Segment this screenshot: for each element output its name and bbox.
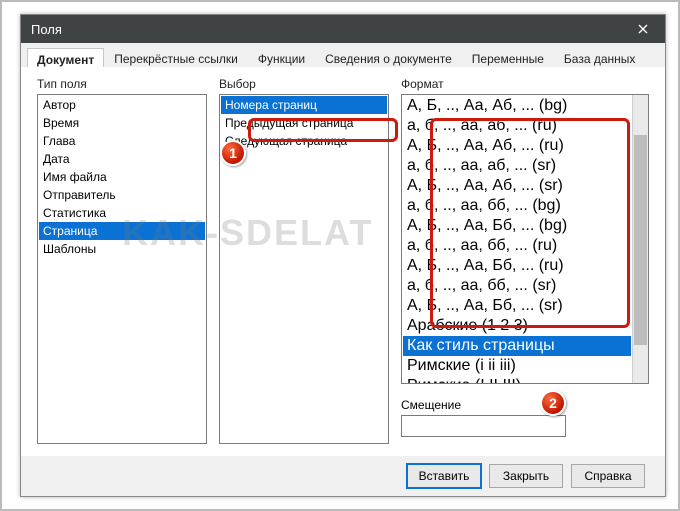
dialog-window: Поля Документ Перекрёстные ссылки Функци… bbox=[20, 14, 666, 497]
list-item[interactable]: А, Б, .., Аа, Аб, ... (sr) bbox=[403, 176, 631, 196]
list-item[interactable]: Следующая страница bbox=[221, 132, 387, 150]
list-item[interactable]: А, Б, .., Аа, Бб, ... (ru) bbox=[403, 256, 631, 276]
label-format: Формат bbox=[401, 77, 649, 91]
list-item[interactable]: Римские (i ii iii) bbox=[403, 356, 631, 376]
list-item[interactable]: а, б, .., аа, аб, ... (ru) bbox=[403, 116, 631, 136]
list-item[interactable]: а, б, .., аа, бб, ... (sr) bbox=[403, 276, 631, 296]
listbox-type[interactable]: Автор Время Глава Дата Имя файла Отправи… bbox=[37, 94, 207, 444]
list-item[interactable]: Дата bbox=[39, 150, 205, 168]
list-item[interactable]: А, Б, .., Аа, Бб, ... (sr) bbox=[403, 296, 631, 316]
dialog-content: Тип поля Автор Время Глава Дата Имя файл… bbox=[21, 67, 665, 456]
column-format: Формат А, Б, .., Аа, Аб, ... (bg) а, б, … bbox=[401, 77, 649, 456]
window-title: Поля bbox=[31, 22, 62, 37]
label-offset: Смещение bbox=[401, 398, 649, 412]
close-button[interactable]: Закрыть bbox=[489, 464, 563, 488]
column-type: Тип поля Автор Время Глава Дата Имя файл… bbox=[37, 77, 207, 456]
list-item[interactable]: Шаблоны bbox=[39, 240, 205, 258]
step-badge-2: 2 bbox=[540, 390, 566, 416]
list-item[interactable]: Автор bbox=[39, 96, 205, 114]
list-item[interactable]: Глава bbox=[39, 132, 205, 150]
list-item[interactable]: А, Б, .., Аа, Аб, ... (bg) bbox=[403, 96, 631, 116]
list-item[interactable]: Римские (I II III) bbox=[403, 376, 631, 383]
scrollbar[interactable] bbox=[632, 95, 648, 383]
screenshot-frame: Поля Документ Перекрёстные ссылки Функци… bbox=[0, 0, 680, 511]
list-item[interactable]: Имя файла bbox=[39, 168, 205, 186]
offset-input[interactable] bbox=[401, 415, 566, 437]
list-item[interactable]: А, Б, .., Аа, Бб, ... (bg) bbox=[403, 216, 631, 236]
list-item[interactable]: а, б, .., аа, бб, ... (ru) bbox=[403, 236, 631, 256]
listbox-format[interactable]: А, Б, .., Аа, Аб, ... (bg) а, б, .., аа,… bbox=[401, 94, 649, 384]
button-row: Вставить Закрыть Справка bbox=[407, 464, 645, 488]
column-select: Выбор Номера страниц Предыдущая страница… bbox=[219, 77, 389, 456]
list-item[interactable]: а, б, .., аа, бб, ... (bg) bbox=[403, 196, 631, 216]
close-icon[interactable] bbox=[629, 19, 657, 39]
list-item[interactable]: Как стиль страницы bbox=[403, 336, 631, 356]
list-item[interactable]: А, Б, .., Аа, Аб, ... (ru) bbox=[403, 136, 631, 156]
list-item[interactable]: Номера страниц bbox=[221, 96, 387, 114]
list-item[interactable]: Время bbox=[39, 114, 205, 132]
label-select: Выбор bbox=[219, 77, 389, 91]
list-item[interactable]: Арабские (1 2 3) bbox=[403, 316, 631, 336]
list-item[interactable]: а, б, .., аа, аб, ... (sr) bbox=[403, 156, 631, 176]
list-item[interactable]: Предыдущая страница bbox=[221, 114, 387, 132]
insert-button[interactable]: Вставить bbox=[407, 464, 481, 488]
help-button[interactable]: Справка bbox=[571, 464, 645, 488]
list-item[interactable]: Страница bbox=[39, 222, 205, 240]
label-type: Тип поля bbox=[37, 77, 207, 91]
list-item[interactable]: Отправитель bbox=[39, 186, 205, 204]
titlebar: Поля bbox=[21, 15, 665, 43]
step-badge-1: 1 bbox=[220, 140, 246, 166]
scroll-thumb[interactable] bbox=[634, 135, 647, 345]
list-item[interactable]: Статистика bbox=[39, 204, 205, 222]
